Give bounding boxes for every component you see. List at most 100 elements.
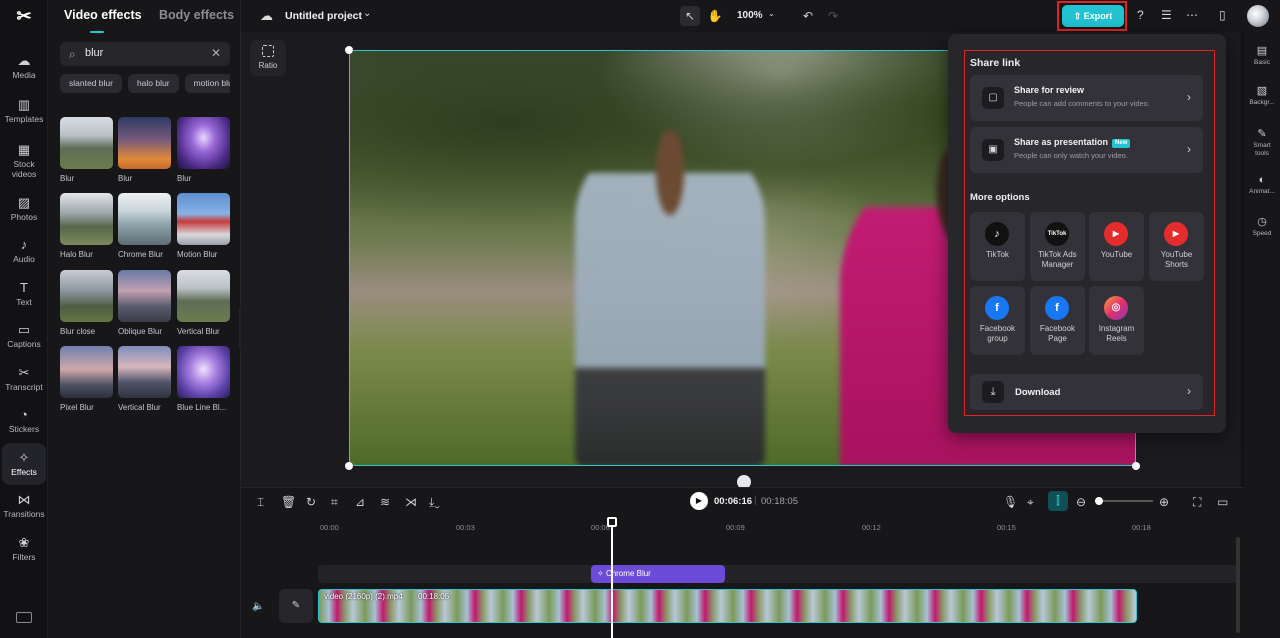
timeline-zoom-slider[interactable] xyxy=(1095,497,1153,505)
chevron-down-icon[interactable]: ⌄ xyxy=(363,8,371,19)
play-button[interactable]: ▶ xyxy=(690,492,708,510)
zoom-level[interactable]: 100% xyxy=(737,10,763,21)
prop-background[interactable]: ▧ Backgr... xyxy=(1244,84,1280,107)
ratio-button[interactable]: Ratio xyxy=(250,40,286,76)
rail-item-transcript[interactable]: ✂ Transcript xyxy=(2,358,46,400)
prop-speed[interactable]: ◷ Speed xyxy=(1244,215,1280,238)
effect-tile[interactable]: Halo Blur xyxy=(60,193,113,259)
platform-tiktok-ads-manager[interactable]: TikTok TikTok Ads Manager xyxy=(1030,212,1085,281)
undo-icon[interactable]: ↶ xyxy=(798,6,818,26)
effect-tile[interactable]: Blur xyxy=(118,117,171,183)
resize-handle[interactable] xyxy=(1132,462,1140,470)
adjust-icon[interactable]: ≋ xyxy=(380,495,390,509)
rail-item-media[interactable]: ☁ Media xyxy=(2,46,46,88)
timeline-scrollbar[interactable] xyxy=(1236,537,1240,633)
effect-tile[interactable]: Blur xyxy=(177,117,230,183)
share-for-review-option[interactable]: ▢ Share for review People can add commen… xyxy=(970,75,1203,121)
download-option[interactable]: ⤓ Download › xyxy=(970,374,1203,410)
effect-tile[interactable]: Blur close xyxy=(60,270,113,336)
clear-search-icon[interactable]: ✕ xyxy=(211,46,221,60)
hand-tool-icon[interactable]: ✋ xyxy=(705,6,725,26)
prop-basic[interactable]: ▤ Basic xyxy=(1244,44,1280,67)
tab-body-effects[interactable]: Body effects xyxy=(159,8,234,22)
resize-handle[interactable] xyxy=(345,462,353,470)
effect-tile[interactable]: Blur xyxy=(60,117,113,183)
help-icon[interactable]: ? xyxy=(1137,8,1144,22)
effect-tile[interactable]: Motion Blur xyxy=(177,193,230,259)
split-scene-icon[interactable]: ⋊ xyxy=(405,495,417,509)
select-tool-icon[interactable]: ↖ xyxy=(680,6,700,26)
presentation-icon: ▣ xyxy=(982,139,1004,161)
project-title[interactable]: Untitled project xyxy=(285,10,362,22)
split-icon[interactable]: ⌶ xyxy=(257,495,264,510)
fit-timeline-icon[interactable]: ⛶ xyxy=(1193,495,1201,510)
rail-item-stickers[interactable]: ◔ Stickers xyxy=(2,400,46,442)
cover-edit-button[interactable]: ✎ xyxy=(279,589,313,623)
tab-video-effects[interactable]: Video effects xyxy=(64,8,142,22)
effect-label: Blur xyxy=(60,174,75,183)
effect-tile[interactable]: Oblique Blur xyxy=(118,270,171,336)
layout-panel-icon[interactable]: ▯ xyxy=(1219,8,1226,22)
rail-item-stock-videos[interactable]: ▦ Stock videos xyxy=(2,138,46,184)
rail-item-audio[interactable]: ♪ Audio xyxy=(2,230,46,272)
rail-item-captions[interactable]: ▭ Captions xyxy=(2,315,46,357)
playhead[interactable] xyxy=(611,517,613,638)
effect-tile[interactable]: Blue Line Bl... xyxy=(177,346,230,412)
capcut-logo-icon[interactable]: ✂ xyxy=(12,6,36,28)
link-track-icon[interactable]: ⌖ xyxy=(1027,495,1034,510)
more-icon[interactable]: ⋯ xyxy=(1186,8,1198,22)
effect-tile[interactable]: Vertical Blur xyxy=(177,270,230,336)
loop-icon[interactable]: ↻ xyxy=(306,495,316,509)
properties-rail: ▤ Basic ▧ Backgr... ✎ Smart tools ◐ Animat..… xyxy=(1244,32,1280,638)
chip-motion-blur[interactable]: motion blur xyxy=(184,74,230,93)
effect-tile[interactable]: Vertical Blur xyxy=(118,346,171,412)
redo-icon[interactable]: ↷ xyxy=(823,6,843,26)
rail-item-transitions[interactable]: ⋈ Transitions xyxy=(2,485,46,527)
zoom-chevron-icon[interactable]: ⌄ xyxy=(768,9,775,18)
effect-tile[interactable]: Chrome Blur xyxy=(118,193,171,259)
rail-item-text[interactable]: T Text xyxy=(2,273,46,315)
chevron-right-icon: › xyxy=(1187,142,1191,156)
platform-youtube[interactable]: ▶ YouTube xyxy=(1089,212,1144,281)
video-clip[interactable]: video (2160p) (2).mp4 00:18:05 xyxy=(318,589,1137,623)
rail-label: Effects xyxy=(11,467,37,477)
resize-handle[interactable] xyxy=(345,46,353,54)
effect-thumbnail xyxy=(177,270,230,322)
platform-tiktok[interactable]: ♪ TikTok xyxy=(970,212,1025,281)
crop-icon[interactable]: ⌗ xyxy=(331,495,338,510)
storage-icon[interactable]: ☰ xyxy=(1161,8,1172,22)
prop-animation[interactable]: ◐ Animat... xyxy=(1244,174,1280,196)
chip-halo-blur[interactable]: halo blur xyxy=(127,74,179,93)
download-frame-icon[interactable]: ⤓⌄ xyxy=(429,495,440,510)
avatar[interactable] xyxy=(1247,5,1269,27)
share-as-presentation-option[interactable]: ▣ Share as presentation New People can on… xyxy=(970,127,1203,173)
platform-instagram-reels[interactable]: ◎ Instagram Reels xyxy=(1089,286,1144,355)
delete-icon[interactable]: 🗑 xyxy=(281,495,296,509)
rail-item-filters[interactable]: ❀ Filters xyxy=(2,528,46,570)
mirror-icon[interactable]: ⊿ xyxy=(355,495,365,509)
prop-smart-tools[interactable]: ✎ Smart tools xyxy=(1244,127,1280,158)
chevron-right-icon: › xyxy=(1187,384,1191,398)
chip-slanted-blur[interactable]: slanted blur xyxy=(60,74,122,93)
effect-tile[interactable]: Pixel Blur xyxy=(60,346,113,412)
platform-facebook-group[interactable]: f Facebook group xyxy=(970,286,1025,355)
slider-knob[interactable] xyxy=(1095,497,1103,505)
microphone-icon[interactable]: 🎙 xyxy=(1003,495,1018,509)
zoom-out-icon[interactable]: ⊖ xyxy=(1076,495,1086,509)
stock-videos-icon: ▦ xyxy=(17,142,31,157)
mute-track-icon[interactable]: 🔈 xyxy=(252,601,264,612)
rail-item-effects[interactable]: ✧ Effects xyxy=(2,443,46,485)
platform-youtube-shorts[interactable]: ▶ YouTube Shorts xyxy=(1149,212,1204,281)
zoom-in-icon[interactable]: ⊕ xyxy=(1159,495,1169,509)
rail-item-photos[interactable]: ▨ Photos xyxy=(2,188,46,230)
keyboard-shortcuts-icon[interactable] xyxy=(16,612,32,623)
playhead-handle[interactable] xyxy=(607,517,617,527)
effect-thumbnail xyxy=(60,193,113,245)
export-button[interactable]: ⇧ Export xyxy=(1062,5,1124,27)
magnet-snap-icon[interactable]: ⫿ xyxy=(1048,491,1068,511)
platform-facebook-page[interactable]: f Facebook Page xyxy=(1030,286,1085,355)
cloud-sync-icon[interactable]: ☁ xyxy=(260,8,273,24)
rail-item-templates[interactable]: ▥ Templates xyxy=(2,90,46,132)
feedback-icon[interactable]: ▭ xyxy=(1217,495,1228,509)
effects-search-input[interactable]: ⌕ blur ✕ xyxy=(60,42,230,66)
